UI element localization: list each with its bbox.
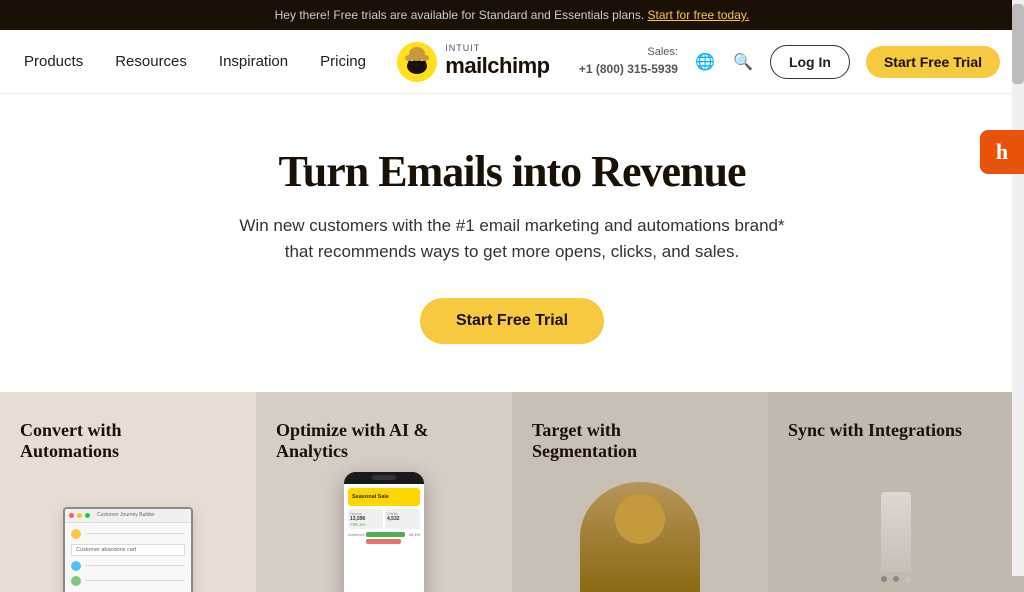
- dot-green: [85, 513, 90, 518]
- integrations-device: [881, 492, 911, 582]
- automations-device: Customer Journey Builder Customer abando…: [63, 507, 193, 592]
- journey-dot-1: [71, 529, 81, 539]
- nav-trial-button[interactable]: Start Free Trial: [866, 46, 1000, 78]
- hero-trial-button[interactable]: Start Free Trial: [420, 298, 604, 344]
- journey-row-3: [71, 576, 185, 586]
- search-icon[interactable]: 🔍: [732, 51, 754, 73]
- phone-stat-opens: Opens 13,596 +86.1%: [348, 509, 383, 529]
- phone-stats: Opens 13,596 +86.1% Clicks 4,532: [348, 509, 420, 529]
- logo-text: intuit mailchimp: [445, 44, 549, 78]
- journey-abandon-box: Customer abandons cart: [71, 544, 185, 556]
- device-dots: [881, 576, 911, 582]
- sales-info: Sales: +1 (800) 315-5939: [579, 45, 678, 77]
- globe-icon[interactable]: 🌐: [694, 51, 716, 73]
- honey-badge[interactable]: h: [980, 130, 1024, 174]
- person-head: [615, 494, 665, 544]
- navbar: Products Resources Inspiration Pricing i…: [0, 30, 1024, 94]
- feature-analytics-title: Optimize with AI &Analytics: [276, 420, 492, 463]
- device-dot-1: [881, 576, 887, 582]
- hero-heading: Turn Emails into Revenue: [20, 146, 1004, 197]
- sales-number[interactable]: +1 (800) 315-5939: [579, 61, 678, 78]
- phone-notch: [344, 472, 424, 484]
- phone-mockup: Seasonal Sale Opens 13,596 +86.1% Clicks…: [344, 472, 424, 592]
- feature-segmentation-title: Target withSegmentation: [532, 420, 748, 463]
- journey-line-1: [85, 533, 185, 534]
- scrollbar-thumb[interactable]: [1012, 4, 1024, 84]
- laptop-content: Customer abandons cart: [65, 523, 191, 592]
- banner-link[interactable]: Start for free today.: [648, 8, 750, 22]
- phone-header: Seasonal Sale: [348, 488, 420, 506]
- hero-subtext: Win new customers with the #1 email mark…: [232, 213, 792, 266]
- nav-links: Products Resources Inspiration Pricing: [24, 53, 366, 70]
- hero-section: Turn Emails into Revenue Win new custome…: [0, 94, 1024, 392]
- feature-integrations: Sync with Integrations: [768, 392, 1024, 592]
- notch-bar: [372, 475, 396, 480]
- logo-mailchimp-text: mailchimp: [445, 54, 549, 78]
- sales-label: Sales:: [579, 45, 678, 60]
- journey-line-3: [85, 580, 185, 581]
- device-dot-3: [905, 576, 911, 582]
- journey-line-2: [85, 565, 185, 566]
- top-banner: Hey there! Free trials are available for…: [0, 0, 1024, 30]
- bar-green: [366, 532, 405, 537]
- nav-inspiration[interactable]: Inspiration: [219, 53, 288, 70]
- device-dot-2: [893, 576, 899, 582]
- bar-label-1: Audience: [348, 532, 364, 537]
- nav-logo: intuit mailchimp: [366, 40, 579, 84]
- phone-bar-1: Audience 43.1%: [348, 532, 420, 537]
- journey-dot-3: [71, 576, 81, 586]
- feature-segmentation: Target withSegmentation: [512, 392, 768, 592]
- scrollbar[interactable]: [1012, 0, 1024, 576]
- login-button[interactable]: Log In: [770, 45, 850, 79]
- dot-yellow: [77, 513, 82, 518]
- journey-box-label: Customer abandons cart: [76, 547, 136, 553]
- dot-red: [69, 513, 74, 518]
- phone-header-text: Seasonal Sale: [352, 494, 389, 500]
- device-lamp: [881, 492, 911, 572]
- nav-pricing[interactable]: Pricing: [320, 53, 366, 70]
- logo[interactable]: intuit mailchimp: [395, 40, 549, 84]
- features-section: Convert withAutomations Customer Journey…: [0, 392, 1024, 592]
- analytics-device: Seasonal Sale Opens 13,596 +86.1% Clicks…: [344, 472, 424, 592]
- journey-row-1: [71, 529, 185, 539]
- feature-integrations-title: Sync with Integrations: [788, 420, 1004, 442]
- banner-text: Hey there! Free trials are available for…: [275, 8, 645, 22]
- nav-resources[interactable]: Resources: [115, 53, 187, 70]
- phone-screen: Seasonal Sale Opens 13,596 +86.1% Clicks…: [344, 484, 424, 592]
- phone-bars: Audience 43.1%: [348, 532, 420, 544]
- bar-pct-1: 43.1%: [409, 532, 420, 537]
- nav-products[interactable]: Products: [24, 53, 83, 70]
- phone-stat-clicks: Clicks 4,532: [385, 509, 420, 529]
- honey-icon: h: [996, 139, 1008, 165]
- laptop-title: Customer Journey Builder: [97, 512, 155, 518]
- person-image: [580, 482, 700, 592]
- bar-red: [366, 539, 401, 544]
- feature-analytics: Optimize with AI &Analytics Seasonal Sal…: [256, 392, 512, 592]
- feature-automations-title: Convert withAutomations: [20, 420, 236, 463]
- journey-dot-2: [71, 561, 81, 571]
- nav-right: Sales: +1 (800) 315-5939 🌐 🔍 Log In Star…: [579, 45, 1000, 79]
- laptop-titlebar: Customer Journey Builder: [65, 509, 191, 523]
- feature-automations: Convert withAutomations Customer Journey…: [0, 392, 256, 592]
- mailchimp-logo-icon: [395, 40, 439, 84]
- phone-bar-2: [348, 539, 420, 544]
- journey-row-2: [71, 561, 185, 571]
- laptop-mockup: Customer Journey Builder Customer abando…: [63, 507, 193, 592]
